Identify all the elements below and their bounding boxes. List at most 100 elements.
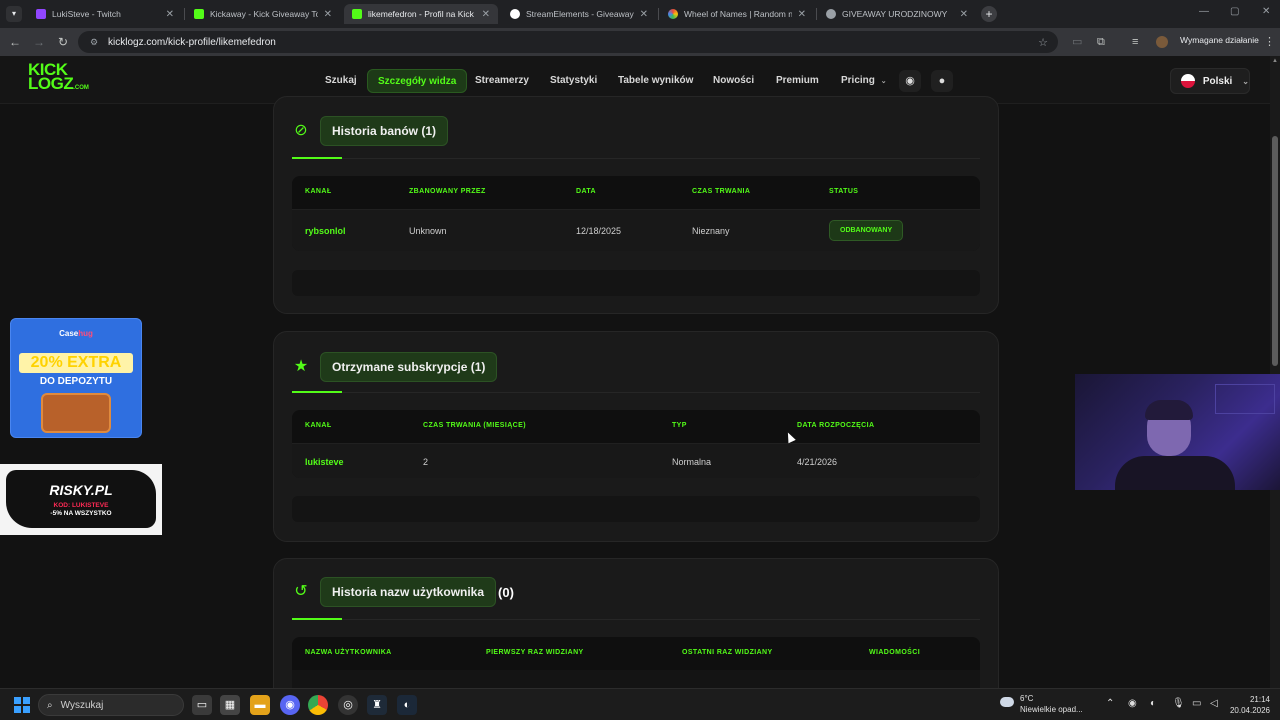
media-controls-icon[interactable]: ≡ (1132, 35, 1138, 49)
discord-taskbar-icon[interactable]: ◉ (280, 695, 300, 715)
discord-tray-icon[interactable]: ◉ (1128, 698, 1137, 709)
table-pagination (292, 270, 980, 296)
forward-arrow-icon[interactable]: → (31, 34, 47, 50)
chevron-up-icon[interactable]: ⌃ (1106, 698, 1114, 709)
close-icon[interactable]: ✕ (960, 9, 968, 20)
windows-start-icon[interactable] (14, 697, 30, 713)
username-history-table: NAZWA UŻYTKOWNIKA PIERWSZY RAZ WIDZIANY … (292, 637, 980, 688)
chevron-down-icon: ⌄ (880, 78, 887, 85)
username-history-title: Historia nazw użytkownika (320, 577, 497, 607)
address-bar[interactable]: ⚙ kicklogz.com/kick-profile/likemefedron… (78, 31, 1058, 53)
table-row: lukisteve 2 Normalna 4/21/2026 (292, 443, 980, 478)
browser-tab-strip: ▾ LukiSteve - Twitch ✕ Kickaway - Kick G… (0, 0, 1280, 28)
history-icon: ↺ (294, 583, 308, 600)
user-account-icon[interactable]: ● (931, 70, 953, 92)
url-text: kicklogz.com/kick-profile/likemefedron (108, 36, 276, 48)
risky-ad[interactable]: RISKY.PL KOD: LUKISTEVE -5% NA WSZYSTKO (0, 464, 162, 535)
windows-taskbar: ⌕ Wyszukaj ▭ ▦ ▬ ◉ ◎ ♜ ◐ 6°C Niewielkie … (0, 688, 1280, 720)
microphone-icon[interactable]: 🎙 (1172, 698, 1185, 709)
back-arrow-icon[interactable]: ← (7, 34, 23, 50)
browser-tab-giveaway[interactable]: GIVEAWAY URODZINOWY ✕ (818, 4, 976, 24)
subscriptions-table: KANAŁ CZAS TRWANIA (MIESIĄCE) TYP DATA R… (292, 410, 980, 478)
search-icon: ⌕ (47, 699, 53, 711)
nav-news[interactable]: Nowości (703, 69, 764, 93)
subscriptions-title: Otrzymane subskrypcje (1) (320, 352, 498, 382)
chevron-down-icon: ⌄ (1242, 76, 1249, 86)
widgets-icon[interactable]: ▦ (220, 695, 240, 715)
monitor-icon[interactable]: ▭ (1192, 698, 1201, 709)
chrome-icon[interactable] (308, 695, 328, 715)
system-clock[interactable]: 21:14 20.04.2026 (1228, 694, 1270, 716)
install-app-icon[interactable]: ▭ (1072, 35, 1082, 49)
streamelements-icon (510, 9, 520, 19)
minimize-icon[interactable]: — (1199, 6, 1209, 17)
wheel-icon (668, 9, 678, 19)
browser-tab-wheel-of-names[interactable]: Wheel of Names | Random nam ✕ (660, 4, 814, 24)
ban-history-card: ⊘ Historia banów (1) KANAŁ ZBANOWANY PRZ… (273, 96, 999, 314)
page-scrollbar[interactable]: ▲ (1270, 56, 1280, 688)
browser-menu-icon[interactable]: ⋮ (1264, 35, 1275, 49)
task-view-icon[interactable]: ▭ (192, 695, 212, 715)
table-pagination (292, 496, 980, 522)
username-history-count: (0) (498, 584, 514, 600)
scrollbar-thumb[interactable] (1272, 136, 1278, 366)
kicklogz-logo[interactable]: KICK LOGZ.COM (28, 61, 89, 95)
treasure-chest-icon (41, 393, 111, 433)
new-tab-button[interactable]: + (981, 6, 997, 22)
username-history-card: ↺ Historia nazw użytkownika (0) NAZWA UŻ… (273, 558, 999, 688)
close-icon[interactable]: ✕ (640, 9, 648, 20)
league-icon[interactable]: ♜ (367, 695, 387, 715)
weather-widget[interactable]: 6°C Niewielkie opad... (1000, 693, 1083, 715)
nav-streamers[interactable]: Streamerzy (465, 69, 539, 93)
close-icon[interactable]: ✕ (324, 9, 332, 20)
nav-leaderboards[interactable]: Tabele wyników (608, 69, 703, 93)
profile-avatar[interactable] (1156, 36, 1168, 48)
nav-premium[interactable]: Premium (766, 69, 829, 93)
close-icon[interactable]: ✕ (482, 9, 490, 20)
nav-pricing[interactable]: Pricing ⌄ (831, 69, 897, 93)
discord-icon[interactable]: ◉ (899, 70, 921, 92)
casehug-ad[interactable]: Casehug 20% EXTRA DO DEPOZYTU (10, 318, 142, 438)
file-explorer-icon[interactable]: ▬ (250, 695, 270, 715)
taskbar-search[interactable]: ⌕ Wyszukaj (38, 694, 184, 716)
webcam-overlay (1075, 374, 1280, 490)
obs-icon[interactable]: ◎ (338, 695, 358, 715)
volume-icon[interactable]: ◁ (1210, 698, 1218, 709)
bookmark-star-icon[interactable]: ☆ (1038, 36, 1048, 49)
close-icon[interactable]: ✕ (798, 9, 806, 20)
language-selector[interactable]: Polski ⌄ (1170, 68, 1250, 94)
channel-link[interactable]: lukisteve (305, 457, 344, 467)
cloud-rain-icon (1000, 697, 1014, 707)
promo-text: 20% EXTRA (19, 353, 133, 373)
browser-tab-kickaway[interactable]: Kickaway - Kick Giveaway Tool ✕ (186, 4, 340, 24)
browser-tab-twitch[interactable]: LukiSteve - Twitch ✕ (28, 4, 182, 24)
nav-viewer-details[interactable]: Szczegóły widza (367, 69, 468, 98)
page-viewport: KICK LOGZ.COM Szukaj Szczegóły widza Str… (0, 56, 1280, 688)
kicklogz-icon (352, 9, 362, 19)
extensions-icon[interactable]: ⧉ (1097, 35, 1105, 49)
ban-history-table: KANAŁ ZBANOWANY PRZEZ DATA CZAS TRWANIA … (292, 176, 980, 251)
browser-toolbar: ← → ↻ ⚙ kicklogz.com/kick-profile/likeme… (0, 28, 1280, 56)
window-close-icon[interactable]: ✕ (1262, 6, 1270, 17)
browser-tab-streamelements[interactable]: StreamElements - Giveaways ✕ (502, 4, 656, 24)
reload-icon[interactable]: ↻ (55, 34, 71, 50)
profile-notice[interactable]: Wymagane działanie (1180, 35, 1259, 45)
globe-icon (826, 9, 836, 19)
channel-link[interactable]: rybsonlol (305, 226, 346, 236)
table-row: rybsonlol Unknown 12/18/2025 Nieznany OD… (292, 209, 980, 251)
scroll-up-icon[interactable]: ▲ (1272, 58, 1278, 64)
steam-tray-icon[interactable]: ◐ (1150, 698, 1156, 709)
browser-tab-kicklogz[interactable]: likemefedron - Profil na Kick ✕ (344, 4, 498, 24)
steam-icon[interactable]: ◐ (397, 695, 417, 715)
subscriptions-card: ★ Otrzymane subskrypcje (1) KANAŁ CZAS T… (273, 331, 999, 542)
table-header: KANAŁ CZAS TRWANIA (MIESIĄCE) TYP DATA R… (292, 410, 980, 443)
ban-history-title: Historia banów (1) (320, 116, 449, 146)
close-icon[interactable]: ✕ (166, 9, 174, 20)
twitch-icon (36, 9, 46, 19)
tab-search-icon[interactable]: ▾ (6, 6, 22, 22)
table-header: NAZWA UŻYTKOWNIKA PIERWSZY RAZ WIDZIANY … (292, 637, 980, 670)
site-info-icon[interactable]: ⚙ (90, 37, 100, 47)
nav-statistics[interactable]: Statystyki (540, 69, 607, 93)
maximize-icon[interactable]: ▢ (1230, 6, 1239, 17)
nav-search[interactable]: Szukaj (315, 69, 367, 93)
